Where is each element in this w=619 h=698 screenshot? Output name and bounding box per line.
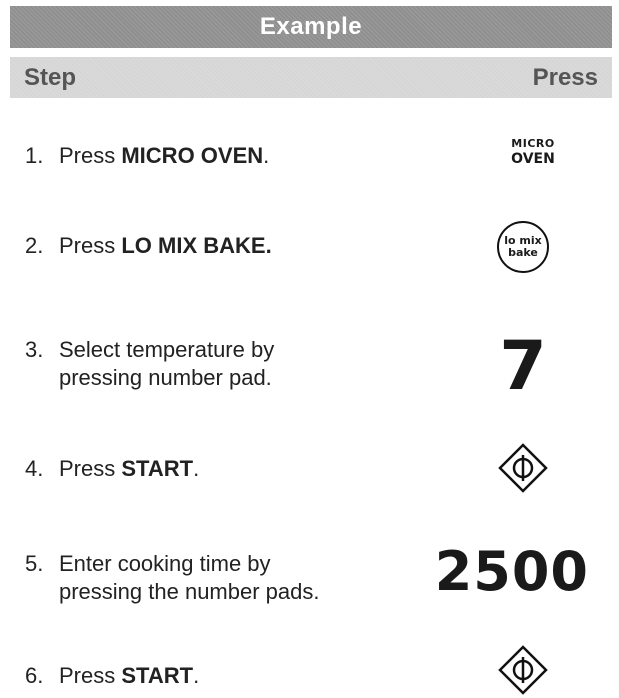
example-title: Example xyxy=(259,13,363,40)
step-text: Press xyxy=(59,456,122,481)
micro-oven-key[interactable]: MICRO OVEN xyxy=(493,132,573,172)
step-column-header: Step xyxy=(24,63,77,91)
step-text-line1: Enter cooking time by xyxy=(59,551,271,576)
step-text: Press xyxy=(59,663,122,688)
temperature-number-key[interactable]: 7 xyxy=(493,332,553,402)
step-text: Press xyxy=(59,233,122,258)
step-text-end: . xyxy=(263,143,270,168)
step-text-line1: Select temperature by xyxy=(59,337,275,362)
lo-mix-key-line2: bake xyxy=(508,246,538,259)
step-number: 5. xyxy=(25,551,44,576)
step-number: 3. xyxy=(25,337,44,362)
step-1: 1. Press MICRO OVEN. xyxy=(25,142,269,170)
step-key-name: START xyxy=(121,456,194,481)
micro-oven-key-line1: MICRO xyxy=(511,136,555,150)
step-6: 6. Press START. xyxy=(25,662,199,690)
step-text-line2: pressing number pad. xyxy=(59,365,272,390)
table-header-bar: Step Press xyxy=(10,57,612,98)
start-diamond-icon[interactable] xyxy=(497,644,549,696)
step-text-end: . xyxy=(193,456,200,481)
step-number: 4. xyxy=(25,456,44,481)
step-key-name: LO MIX BAKE. xyxy=(121,233,272,258)
start-diamond-icon[interactable] xyxy=(497,442,549,494)
step-3: 3. Select temperature by pressing number … xyxy=(25,336,274,392)
step-5: 5. Enter cooking time by pressing the num… xyxy=(25,550,320,606)
lo-mix-bake-key[interactable]: lo mix bake xyxy=(497,221,549,273)
step-number: 6. xyxy=(25,663,44,688)
step-text: Press xyxy=(59,143,122,168)
step-2: 2. Press LO MIX BAKE. xyxy=(25,232,272,260)
step-key-name: START xyxy=(121,663,194,688)
step-text-end: . xyxy=(193,663,200,688)
example-title-bar: Example xyxy=(10,6,612,48)
step-number: 2. xyxy=(25,233,44,258)
step-text-line2: pressing the number pads. xyxy=(59,579,320,604)
step-number: 1. xyxy=(25,143,44,168)
cook-time-number-keys[interactable]: 2500 xyxy=(435,540,589,603)
step-4: 4. Press START. xyxy=(25,455,199,483)
micro-oven-key-line2: OVEN xyxy=(511,150,555,167)
step-key-name: MICRO OVEN xyxy=(121,143,264,168)
press-column-header: Press xyxy=(532,63,598,91)
